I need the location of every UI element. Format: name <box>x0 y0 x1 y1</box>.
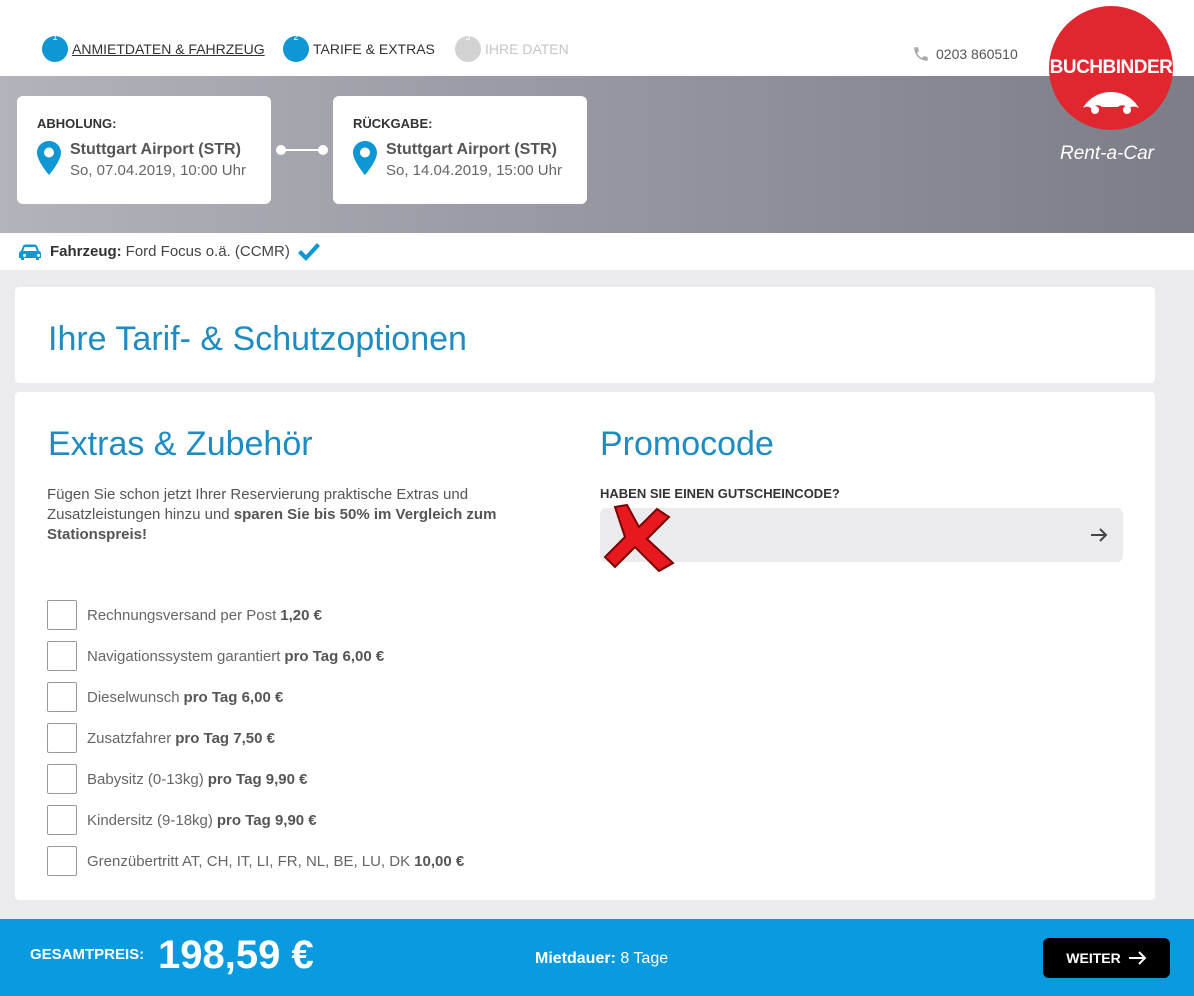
extra-checkbox[interactable] <box>47 805 77 835</box>
step-1[interactable]: 1 ANMIETDATEN & FAHRZEUG <box>42 32 265 62</box>
step-2: 2 TARIFE & EXTRAS <box>283 32 435 62</box>
logo-tagline: Rent-a-Car <box>1060 143 1154 164</box>
pickup-place: Stuttgart Airport (STR) <box>70 141 241 158</box>
vehicle-bar: Fahrzeug: Ford Focus o.ä. (CCMR) <box>0 233 1194 270</box>
return-caption: RÜCKGABE: <box>353 116 433 131</box>
extras-card: Extras & Zubehör Fügen Sie schon jetzt I… <box>15 392 1155 900</box>
extra-checkbox[interactable] <box>47 846 77 876</box>
location-pin-icon <box>353 141 377 175</box>
step-3: 3 IHRE DATEN <box>455 32 569 62</box>
vehicle-value: Ford Focus o.ä. (CCMR) <box>125 243 290 260</box>
rental-duration: Mietdauer: 8 Tage <box>535 950 669 967</box>
step-1-label[interactable]: ANMIETDATEN & FAHRZEUG <box>72 41 265 57</box>
checkmark-icon <box>297 242 320 261</box>
step-navigation: 1 ANMIETDATEN & FAHRZEUG 2 TARIFE & EXTR… <box>0 0 1194 76</box>
extras-title: Extras & Zubehör <box>48 425 313 463</box>
return-date: So, 14.04.2019, 15:00 Uhr <box>386 162 562 179</box>
booking-summary-band: ABHOLUNG: Stuttgart Airport (STR) So, 07… <box>0 76 1194 233</box>
vehicle-label: Fahrzeug: <box>50 243 122 260</box>
step-2-indicator: 2 <box>283 32 309 62</box>
total-label: GESAMTPREIS: <box>30 946 145 963</box>
red-x-mark-icon <box>603 503 675 573</box>
arrow-right-icon <box>1128 951 1147 965</box>
price-footer: GESAMTPREIS: 198,59 € Mietdauer: 8 Tage … <box>0 919 1194 996</box>
step-3-indicator: 3 <box>455 32 481 62</box>
step-1-indicator: 1 <box>42 32 68 62</box>
car-icon <box>19 244 41 260</box>
phone-number: 0203 860510 <box>936 46 1018 62</box>
promo-title: Promocode <box>600 425 774 463</box>
phone-icon <box>914 47 928 61</box>
extra-item-navigation[interactable]: Navigationssystem garantiert pro Tag 6,00… <box>47 641 464 671</box>
tariff-options-card: Ihre Tarif- & Schutzoptionen <box>15 287 1155 383</box>
step-2-label: TARIFE & EXTRAS <box>313 41 435 57</box>
page-title: Ihre Tarif- & Schutzoptionen <box>48 320 467 358</box>
extra-item-rechnungsversand[interactable]: Rechnungsversand per Post 1,20 € <box>47 600 464 630</box>
extra-item-grenzuebertritt[interactable]: Grenzübertritt AT, CH, IT, LI, FR, NL, B… <box>47 846 464 876</box>
pickup-date: So, 07.04.2019, 10:00 Uhr <box>70 162 246 179</box>
buchbinder-logo[interactable]: BUCHBINDER <box>1049 6 1173 130</box>
extra-checkbox[interactable] <box>47 723 77 753</box>
extra-item-diesel[interactable]: Dieselwunsch pro Tag 6,00 € <box>47 682 464 712</box>
extra-checkbox[interactable] <box>47 764 77 794</box>
promo-label: HABEN SIE EINEN GUTSCHEINCODE? <box>600 486 840 501</box>
extra-item-zusatzfahrer[interactable]: Zusatzfahrer pro Tag 7,50 € <box>47 723 464 753</box>
extra-checkbox[interactable] <box>47 682 77 712</box>
pickup-caption: ABHOLUNG: <box>37 116 117 131</box>
car-logo-icon <box>1083 92 1139 114</box>
return-card[interactable]: RÜCKGABE: Stuttgart Airport (STR) So, 14… <box>333 96 587 204</box>
extras-list: Rechnungsversand per Post 1,20 € Navigati… <box>47 600 464 887</box>
route-connector <box>276 145 328 155</box>
phone-link[interactable]: 0203 860510 <box>912 45 1018 63</box>
total-price: 198,59 € <box>158 933 314 977</box>
return-place: Stuttgart Airport (STR) <box>386 141 557 158</box>
next-button[interactable]: WEITER <box>1043 938 1170 978</box>
extra-item-kindersitz[interactable]: Kindersitz (9-18kg) pro Tag 9,90 € <box>47 805 464 835</box>
pickup-card[interactable]: ABHOLUNG: Stuttgart Airport (STR) So, 07… <box>17 96 271 204</box>
extra-checkbox[interactable] <box>47 600 77 630</box>
logo-text: BUCHBINDER <box>1049 57 1173 78</box>
location-pin-icon <box>37 141 61 175</box>
extra-item-babysitz[interactable]: Babysitz (0-13kg) pro Tag 9,90 € <box>47 764 464 794</box>
arrow-right-icon[interactable] <box>1089 525 1109 545</box>
extra-checkbox[interactable] <box>47 641 77 671</box>
next-button-label: WEITER <box>1066 950 1121 966</box>
step-3-label: IHRE DATEN <box>485 41 569 57</box>
extras-intro: Fügen Sie schon jetzt Ihrer Reservierung… <box>47 486 497 543</box>
